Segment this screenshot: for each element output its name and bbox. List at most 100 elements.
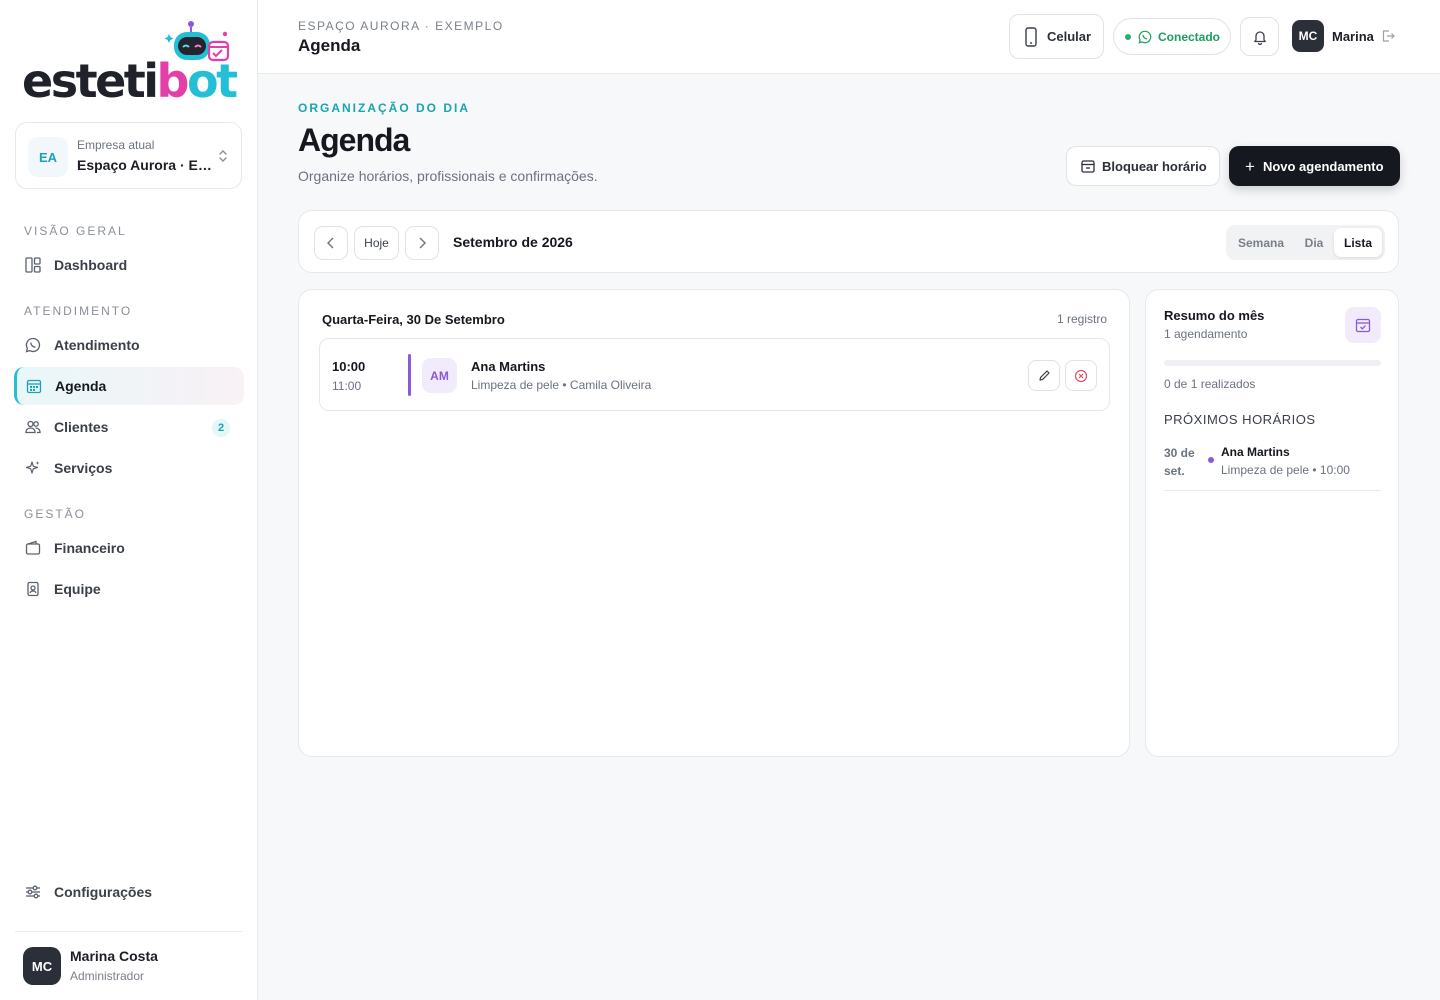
page-eyebrow: ORGANIZAÇÃO DO DIA — [298, 101, 470, 115]
logo-wordmark: estetibot — [22, 54, 238, 108]
clients-count-badge: 2 — [212, 419, 230, 437]
device-label: Celular — [1047, 29, 1092, 44]
logout-icon[interactable] — [1381, 29, 1395, 43]
notifications-button[interactable] — [1240, 17, 1279, 56]
appointment-client: Ana Martins — [471, 359, 546, 374]
section-title-service: ATENDIMENTO — [24, 304, 133, 318]
view-tab-semana[interactable]: Semana — [1229, 228, 1293, 257]
bell-icon — [1253, 30, 1266, 45]
whatsapp-icon — [1138, 30, 1152, 44]
sidebar-item-servicos[interactable]: Serviços — [14, 449, 244, 487]
sidebar-item-label: Serviços — [54, 460, 113, 476]
user-profile[interactable]: MC Marina Costa Administrador — [15, 931, 242, 1000]
wallet-icon — [24, 539, 42, 557]
next-slots-title: PRÓXIMOS HORÁRIOS — [1164, 412, 1316, 427]
logo[interactable]: estetibot — [22, 20, 238, 108]
appointment-row[interactable]: 10:00 11:00 AM Ana Martins Limpeza de pe… — [319, 338, 1110, 411]
next-slot-date: 30 de set. — [1164, 446, 1195, 478]
new-appointment-button[interactable]: + Novo agendamento — [1229, 146, 1400, 186]
avatar: MC — [1292, 20, 1324, 52]
sidebar-item-atendimento[interactable]: Atendimento — [14, 326, 244, 364]
view-tab-lista[interactable]: Lista — [1334, 228, 1382, 257]
view-tab-dia[interactable]: Dia — [1295, 228, 1333, 257]
sidebar-item-label: Dashboard — [54, 257, 128, 273]
user-name: Marina Costa — [70, 948, 158, 964]
chevron-left-icon — [327, 237, 334, 249]
month-summary: Resumo do mês 1 agendamento 0 de 1 reali… — [1145, 289, 1399, 757]
sidebar-item-label: Equipe — [54, 581, 101, 597]
chevron-right-icon — [419, 237, 426, 249]
status-dot — [1125, 33, 1131, 40]
section-title-overview: VISÃO GERAL — [24, 224, 127, 238]
plus-icon: + — [1245, 156, 1255, 176]
whatsapp-status[interactable]: Conectado — [1113, 18, 1231, 55]
sidebar-item-agenda[interactable]: Agenda — [14, 367, 244, 405]
sliders-icon — [24, 883, 42, 901]
day-record-count: 1 registro — [1056, 312, 1107, 326]
sidebar-item-clientes[interactable]: Clientes 2 — [14, 408, 244, 446]
calendar-toolbar: Hoje Setembro de 2026 Semana Dia Lista — [298, 210, 1399, 273]
cancel-circle-icon — [1074, 369, 1088, 382]
sparkles-icon — [24, 459, 42, 477]
calendar-check-icon — [1355, 318, 1371, 333]
company-label: Empresa atual — [77, 138, 155, 152]
sidebar-item-label: Agenda — [55, 378, 107, 394]
company-avatar: EA — [28, 137, 68, 177]
sidebar-item-label: Financeiro — [54, 540, 125, 556]
phone-icon — [1025, 26, 1037, 47]
sidebar: estetibot EA Empresa atual Espaço Aurora… — [0, 0, 258, 1000]
next-slot-dot — [1208, 457, 1214, 463]
cancel-appointment-button[interactable] — [1065, 360, 1097, 391]
chevron-up-down-icon — [219, 150, 227, 162]
current-month: Setembro de 2026 — [453, 234, 573, 250]
sidebar-item-label: Atendimento — [54, 337, 140, 353]
sidebar-item-configuracoes[interactable]: Configurações — [14, 873, 244, 911]
users-icon — [24, 418, 42, 436]
company-switcher[interactable]: EA Empresa atual Espaço Aurora · Exemplo — [15, 122, 242, 189]
client-avatar: AM — [422, 358, 457, 393]
view-switcher: Semana Dia Lista — [1226, 225, 1385, 260]
pencil-icon — [1038, 370, 1050, 381]
appointment-start-time: 10:00 — [332, 359, 366, 374]
block-time-label: Bloquear horário — [1102, 158, 1207, 174]
status-label: Conectado — [1158, 29, 1221, 44]
calendar-icon — [25, 377, 43, 395]
new-appointment-label: Novo agendamento — [1262, 158, 1384, 174]
sidebar-item-financeiro[interactable]: Financeiro — [14, 529, 244, 567]
appointment-color-bar — [408, 354, 411, 396]
sidebar-item-dashboard[interactable]: Dashboard — [14, 246, 244, 284]
top-user-name: Marina — [1332, 28, 1374, 44]
avatar: MC — [23, 947, 61, 985]
topbar: ESPAÇO AURORA · EXEMPLO Agenda Celular C… — [258, 0, 1440, 74]
section-title-management: GESTÃO — [24, 507, 87, 521]
summary-title: Resumo do mês — [1164, 308, 1265, 323]
sidebar-item-label: Clientes — [54, 419, 109, 435]
appointments-list: Quarta-Feira, 30 De Setembro 1 registro … — [298, 289, 1130, 757]
device-button[interactable]: Celular — [1009, 14, 1104, 59]
page-subtitle: Organize horários, profissionais e confi… — [298, 168, 598, 184]
whatsapp-icon — [24, 336, 42, 354]
next-slot-detail: Limpeza de pele • 10:00 — [1221, 463, 1350, 477]
dashboard-icon — [24, 256, 42, 274]
edit-appointment-button[interactable] — [1028, 360, 1060, 391]
next-month-button[interactable] — [405, 226, 439, 260]
summary-icon — [1345, 307, 1381, 343]
day-heading: Quarta-Feira, 30 De Setembro — [322, 312, 505, 327]
breadcrumb: ESPAÇO AURORA · EXEMPLO — [298, 19, 504, 33]
sidebar-item-label: Configurações — [54, 884, 153, 900]
company-name: Espaço Aurora · Exemplo — [77, 157, 212, 173]
appointment-end-time: 11:00 — [332, 379, 362, 393]
topbar-title: Agenda — [298, 36, 361, 55]
top-user-menu[interactable]: MC Marina — [1292, 20, 1395, 52]
today-button[interactable]: Hoje — [354, 226, 399, 260]
next-slot-item[interactable]: 30 de set. Ana Martins Limpeza de pele •… — [1164, 442, 1381, 491]
badge-icon — [24, 580, 42, 598]
page-title: Agenda — [298, 122, 410, 158]
next-slot-client: Ana Martins — [1221, 445, 1290, 459]
calendar-block-icon — [1081, 160, 1095, 173]
summary-done-count: 0 de 1 realizados — [1164, 377, 1256, 391]
block-time-button[interactable]: Bloquear horário — [1066, 146, 1220, 186]
user-role: Administrador — [70, 969, 145, 983]
sidebar-item-equipe[interactable]: Equipe — [14, 570, 244, 608]
prev-month-button[interactable] — [314, 226, 348, 260]
